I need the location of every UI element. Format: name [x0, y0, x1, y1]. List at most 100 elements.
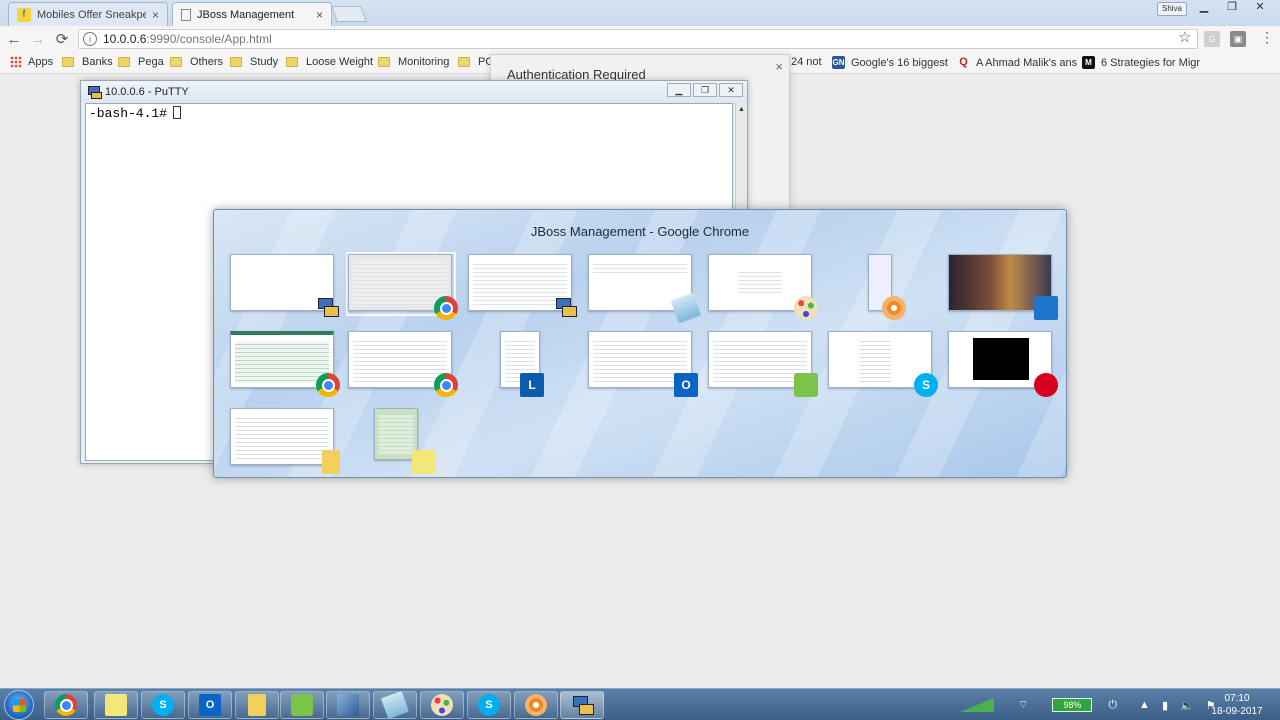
clock[interactable]: 07:10 18-09-2017 [1200, 692, 1274, 718]
bookmark-24-not[interactable]: 24 not [791, 56, 822, 68]
desktop-icon [1034, 296, 1058, 320]
close-icon[interactable]: × [152, 8, 159, 22]
taskbar-explorer[interactable] [235, 691, 279, 719]
folder-icon [170, 57, 182, 67]
virtualbox-icon [337, 694, 359, 716]
bookmark-folder-banks[interactable]: Banks [62, 56, 113, 68]
putty-titlebar[interactable]: 10.0.0.6 - PuTTY ▁ ❐ ✕ [81, 81, 747, 103]
putty-icon [571, 694, 594, 716]
putty-icon [87, 86, 102, 99]
minimize-button[interactable]: ▁ [1190, 0, 1218, 16]
bookmark-googles-16-biggest[interactable]: GN Google's 16 biggest [832, 56, 948, 69]
window-thumbnail-notepad-plus-plus[interactable] [708, 331, 818, 397]
system-tray: ⌔ 98% ⏻ ▲ ▮ 🔈 ⚑ [960, 693, 1222, 717]
taskbar-paint[interactable] [420, 691, 464, 719]
signal-strength-icon[interactable] [960, 698, 994, 712]
folder-icon [286, 57, 298, 67]
bookmark-label: Pega [138, 56, 164, 68]
window-thumbnail-sticky-notes[interactable] [374, 408, 480, 474]
tab-mobiles-offer[interactable]: f Mobiles Offer Sneakpeak × [8, 2, 168, 26]
folder-icon [118, 57, 130, 67]
bookmark-label: Banks [82, 56, 113, 68]
forward-button[interactable]: → [26, 31, 50, 48]
windows-logo-icon [13, 699, 26, 712]
chrome-icon [55, 694, 77, 716]
window-thumbnail-skype[interactable]: S [828, 331, 938, 397]
taskbar-chrome[interactable] [44, 691, 88, 719]
profile-button[interactable]: Shiva [1157, 2, 1187, 16]
window-thumbnail-notepad[interactable] [588, 254, 702, 324]
window-thumbnail-chrome[interactable] [230, 331, 340, 397]
window-thumbnail-paint[interactable] [708, 254, 818, 320]
back-button[interactable]: ← [2, 31, 26, 48]
taskbar-skype-2[interactable]: S [467, 691, 511, 719]
wifi-icon[interactable]: ⌔ [1018, 698, 1028, 712]
window-thumbnail-putty[interactable] [230, 254, 339, 317]
gn-icon: GN [832, 56, 845, 69]
bookmark-folder-pega[interactable]: Pega [118, 56, 164, 68]
close-window-button[interactable]: ✕ [719, 83, 743, 97]
flower-icon [525, 694, 547, 716]
medium-icon: M [1082, 56, 1095, 69]
folder-icon [458, 57, 470, 67]
taskbar-sticky-notes[interactable] [94, 691, 138, 719]
taskbar: S O S ⌔ 98% ⏻ ▲ ▮ 🔈 ⚑ 07:10 18-09-2017 [0, 688, 1280, 720]
window-thumbnail-chrome[interactable] [348, 331, 458, 397]
bookmark-folder-loose-weight[interactable]: Loose Weight [286, 56, 373, 68]
taskbar-putty[interactable] [560, 691, 604, 719]
shell-prompt: -bash-4.1# [89, 106, 168, 121]
maximize-button[interactable]: ❐ [693, 83, 717, 97]
start-button[interactable] [4, 690, 34, 720]
window-thumbnail-desktop[interactable] [948, 254, 1058, 320]
tab-jboss-management[interactable]: JBoss Management × [172, 2, 332, 26]
bookmark-apps[interactable]: Apps [10, 56, 53, 68]
bookmark-folder-others[interactable]: Others [170, 56, 223, 68]
skype-icon: S [478, 694, 500, 716]
reload-button[interactable]: ⟳ [50, 30, 74, 48]
paint-icon [794, 296, 818, 320]
info-icon[interactable]: i [83, 32, 97, 46]
address-bar[interactable]: i 10.0.0.6 :9990/console/App.html [78, 29, 1198, 49]
clock-time: 07:10 [1224, 693, 1250, 704]
terminal-line: -bash-4.1# [89, 106, 182, 121]
taskbar-flower-app[interactable] [514, 691, 558, 719]
folder-icon [62, 57, 74, 67]
window-thumbnail-flower-app[interactable] [828, 254, 934, 320]
taskbar-virtualbox[interactable] [326, 691, 370, 719]
taskbar-outlook[interactable]: O [188, 691, 232, 719]
maximize-button[interactable]: ❐ [1218, 0, 1246, 16]
outlook-icon: O [674, 373, 698, 397]
window-title: 10.0.0.6 - PuTTY [105, 86, 189, 98]
window-thumbnail-explorer[interactable] [230, 408, 340, 474]
close-icon[interactable]: × [316, 8, 323, 22]
bookmark-label: 6 Strategies for Migr [1101, 56, 1201, 69]
sticky-notes-icon [105, 694, 127, 716]
close-window-button[interactable]: ✕ [1246, 0, 1274, 16]
taskbar-notepad-plus-plus[interactable] [280, 691, 324, 719]
bookmark-folder-study[interactable]: Study [230, 56, 278, 68]
scroll-up-arrow-icon[interactable]: ▲ [736, 106, 747, 113]
tab-title: JBoss Management [197, 8, 295, 21]
window-thumbnail-redhat[interactable] [948, 331, 1058, 397]
battery-indicator[interactable]: 98% [1052, 698, 1093, 712]
taskbar-skype[interactable]: S [141, 691, 185, 719]
close-icon[interactable]: × [775, 59, 783, 74]
new-tab-button[interactable] [331, 6, 367, 22]
menu-icon[interactable]: ⋮ [1260, 29, 1274, 46]
extension-icon[interactable]: G [1204, 31, 1220, 47]
extension-icon[interactable]: ▣ [1230, 31, 1246, 47]
volume-icon[interactable]: 🔈 [1180, 699, 1194, 712]
show-hidden-icons-icon[interactable]: ▲ [1139, 699, 1150, 711]
window-thumbnail-outlook[interactable]: O [588, 331, 698, 397]
minimize-button[interactable]: ▁ [667, 83, 691, 97]
window-thumbnail-lync[interactable]: L [468, 331, 574, 397]
window-thumbnail-chrome-selected[interactable] [346, 252, 458, 320]
bookmark-6-strategies[interactable]: M 6 Strategies for Migr [1082, 56, 1200, 69]
bookmark-folder-monitoring[interactable]: Monitoring [378, 56, 449, 68]
power-plug-icon[interactable]: ⏻ [1108, 699, 1117, 712]
window-thumbnail-putty[interactable] [468, 254, 577, 317]
taskbar-notepad[interactable] [373, 690, 417, 720]
bookmark-quora-answer[interactable]: Q A Ahmad Malik's ans [957, 56, 1077, 69]
bookmark-star-icon[interactable]: ☆ [1178, 28, 1191, 46]
network-icon[interactable]: ▮ [1162, 699, 1168, 712]
